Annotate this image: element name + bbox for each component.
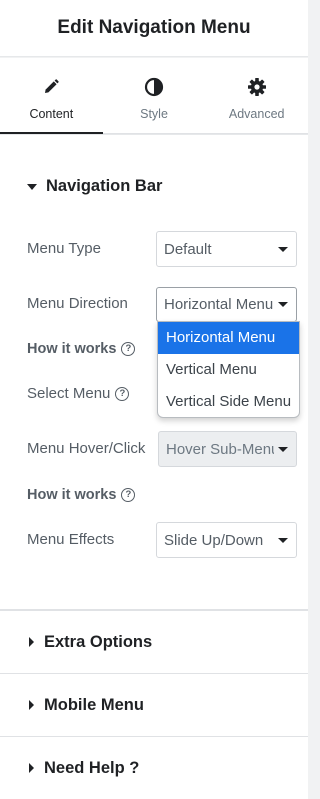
caret-right-icon — [29, 763, 34, 773]
how-it-works-text: How it works — [27, 487, 117, 503]
menu-hover-label-text: Menu Hover/Click — [27, 440, 146, 457]
chevron-down-icon — [278, 302, 288, 307]
need-help-section[interactable]: Need Help ? — [0, 736, 308, 799]
half-circle-icon — [143, 76, 165, 98]
navigation-bar-toggle[interactable]: Navigation Bar — [27, 177, 162, 196]
dropdown-option-vertical-menu[interactable]: Vertical Menu — [158, 354, 299, 386]
tab-style-label: Style — [140, 107, 168, 121]
menu-direction-select[interactable]: Horizontal Menu — [156, 287, 297, 322]
tab-style[interactable]: Style — [103, 58, 206, 133]
chevron-down-icon — [278, 537, 288, 543]
extra-options-title: Extra Options — [44, 632, 153, 651]
pencil-icon — [40, 76, 62, 98]
menu-hover-select[interactable]: Hover Sub-Menu — [158, 431, 297, 467]
caret-down-icon — [27, 183, 37, 190]
menu-effects-value: Slide Up/Down — [164, 531, 264, 549]
select-menu-label-text: Select Menu — [27, 385, 111, 402]
need-help-title: Need Help ? — [44, 758, 140, 777]
how-it-works-link-2[interactable]: How it works ? — [27, 487, 136, 503]
extra-options-section[interactable]: Extra Options — [0, 610, 308, 673]
menu-effects-select[interactable]: Slide Up/Down — [156, 522, 297, 558]
menu-direction-value: Horizontal Menu — [164, 296, 274, 313]
tab-content-label: Content — [29, 107, 74, 121]
menu-effects-label: Menu Effects — [27, 531, 114, 548]
tab-content[interactable]: Content — [0, 58, 103, 134]
menu-type-label: Menu Type — [27, 240, 101, 257]
menu-hover-value: Hover Sub-Menu — [166, 440, 274, 458]
section-title: Navigation Bar — [46, 177, 163, 195]
menu-type-label-text: Menu Type — [27, 240, 101, 257]
menu-effects-label-text: Menu Effects — [27, 531, 115, 548]
tab-bar: Content Style Advanced — [0, 58, 308, 134]
help-icon: ? — [121, 342, 136, 356]
how-it-works-text: How it works — [27, 341, 117, 357]
menu-type-value: Default — [164, 240, 212, 258]
tab-advanced-label: Advanced — [228, 107, 285, 121]
panel-header: Edit Navigation Menu — [0, 0, 308, 57]
chevron-down-icon — [278, 446, 288, 452]
caret-right-icon — [29, 637, 34, 647]
how-it-works-link[interactable]: How it works ? — [27, 341, 136, 357]
mobile-menu-section[interactable]: Mobile Menu — [0, 673, 308, 736]
help-icon[interactable]: ? — [115, 386, 130, 401]
panel-title: Edit Navigation Menu — [57, 17, 251, 38]
menu-direction-label: Menu Direction — [27, 295, 128, 312]
gear-icon — [246, 76, 268, 98]
tab-advanced[interactable]: Advanced — [205, 58, 308, 133]
dropdown-option-vertical-side-menu[interactable]: Vertical Side Menu — [158, 386, 299, 417]
menu-hover-label: Menu Hover/Click — [27, 440, 145, 457]
caret-right-icon — [29, 700, 34, 710]
menu-direction-label-text: Menu Direction — [27, 295, 128, 312]
menu-type-select[interactable]: Default — [156, 231, 297, 267]
mobile-menu-title: Mobile Menu — [44, 695, 144, 714]
select-menu-label: Select Menu ? — [27, 385, 130, 402]
chevron-down-icon — [278, 246, 288, 252]
dropdown-option-horizontal-menu[interactable]: Horizontal Menu — [158, 322, 299, 354]
help-icon: ? — [121, 488, 136, 502]
menu-direction-dropdown: Horizontal Menu Vertical Menu Vertical S… — [157, 321, 300, 418]
